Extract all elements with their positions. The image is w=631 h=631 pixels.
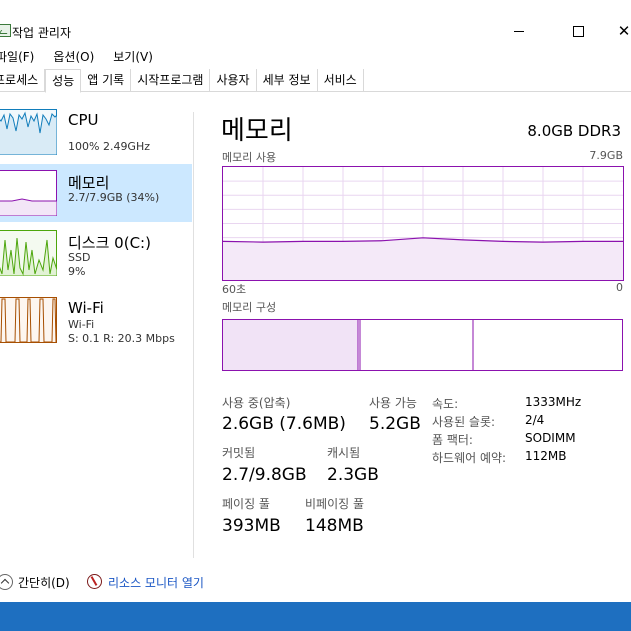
sidebar-item-usage: 9% <box>68 265 86 278</box>
sidebar-item-detail: 2.7/7.9GB (34%) <box>68 191 160 204</box>
available-label: 사용 가능 <box>369 396 417 410</box>
nonpaged-pool-value: 148MB <box>305 516 364 536</box>
sidebar-item-detail: SSD <box>68 251 91 264</box>
graph-caption: 메모리 사용 <box>222 151 277 164</box>
sidebar-item-label: Wi-Fi <box>68 299 104 317</box>
memory-composition-bar <box>222 319 623 371</box>
sidebar-item-detail: 100% 2.49GHz <box>68 140 151 153</box>
sidebar-item-label: 메모리 <box>68 174 110 192</box>
nonpaged-pool-label: 비페이징 풀 <box>305 497 365 511</box>
paged-pool-label: 페이징 풀 <box>222 497 270 511</box>
cpu-thumbnail-graph <box>0 109 57 155</box>
tab-users[interactable]: 사용자 <box>210 69 257 91</box>
committed-label: 커밋됨 <box>222 446 256 460</box>
minimize-icon <box>514 30 524 32</box>
task-manager-window: 작업 관리자 ✕ 파일(F) 옵션(O) 보기(V) 프로세스 성능 앱 기록 … <box>0 0 631 602</box>
maximize-button[interactable] <box>555 16 601 46</box>
menu-bar: 파일(F) 옵션(O) 보기(V) <box>0 47 631 67</box>
tab-app-history[interactable]: 앱 기록 <box>81 69 132 91</box>
menu-file[interactable]: 파일(F) <box>0 47 41 67</box>
title-bar[interactable]: 작업 관리자 ✕ <box>0 0 631 40</box>
resource-monitor-icon[interactable] <box>87 574 102 589</box>
sidebar-item-memory[interactable]: 메모리 2.7/7.9GB (34%) <box>0 164 192 222</box>
tab-performance[interactable]: 성능 <box>45 69 82 93</box>
slots-value: 2/4 <box>525 413 545 427</box>
open-resource-monitor-link[interactable]: 리소스 모니터 열기 <box>108 574 204 591</box>
available-value: 5.2GB <box>369 414 421 434</box>
graph-time-end: 0 <box>616 281 623 294</box>
hardware-reserved-value: 112MB <box>525 449 567 463</box>
sidebar-item-throughput: S: 0.1 R: 20.3 Mbps <box>68 332 175 345</box>
composition-caption: 메모리 구성 <box>222 301 277 314</box>
sidebar-item-label: 디스크 0(C:) <box>68 234 151 252</box>
speed-value: 1333MHz <box>525 395 582 409</box>
tab-services[interactable]: 서비스 <box>318 69 364 91</box>
sidebar-item-wifi[interactable]: Wi-Fi Wi-Fi S: 0.1 R: 20.3 Mbps <box>0 291 192 349</box>
wifi-thumbnail-graph <box>0 297 57 343</box>
performance-sidebar: CPU 100% 2.49GHz 메모리 2.7/7.9GB (34%) 디스크… <box>0 93 194 553</box>
tab-strip: 프로세스 성능 앱 기록 시작프로그램 사용자 세부 정보 서비스 <box>0 69 631 93</box>
maximize-icon <box>572 25 584 37</box>
pane-divider[interactable] <box>193 112 194 558</box>
minimize-button[interactable] <box>496 16 542 46</box>
close-button[interactable]: ✕ <box>601 16 631 46</box>
in-use-value: 2.6GB (7.6MB) <box>222 414 346 434</box>
slots-label: 사용된 슬롯: <box>432 415 496 429</box>
speed-label: 속도: <box>432 397 459 411</box>
close-icon: ✕ <box>617 21 631 40</box>
window-title: 작업 관리자 <box>12 26 72 40</box>
sidebar-item-detail: Wi-Fi <box>68 318 95 331</box>
memory-usage-graph <box>222 166 624 281</box>
memory-spec: 8.0GB DDR3 <box>527 122 621 140</box>
tab-processes[interactable]: 프로세스 <box>0 69 46 91</box>
sidebar-item-cpu[interactable]: CPU 100% 2.49GHz <box>0 103 192 161</box>
committed-value: 2.7/9.8GB <box>222 465 307 485</box>
memory-thumbnail-graph <box>0 170 57 216</box>
menu-view[interactable]: 보기(V) <box>113 47 160 67</box>
fewer-details-link[interactable]: 간단히(D) <box>18 574 70 591</box>
form-factor-value: SODIMM <box>525 431 576 445</box>
tab-startup[interactable]: 시작프로그램 <box>131 69 211 91</box>
graph-max-label: 7.9GB <box>589 149 623 162</box>
graph-time-start: 60초 <box>222 283 247 296</box>
chevron-up-icon[interactable] <box>0 574 13 590</box>
sidebar-item-label: CPU <box>68 111 99 129</box>
footer-bar: 간단히(D) 리소스 모니터 열기 <box>0 572 631 594</box>
cached-label: 캐시됨 <box>327 446 361 460</box>
disk-thumbnail-graph <box>0 230 57 276</box>
menu-options[interactable]: 옵션(O) <box>53 47 101 67</box>
tab-details[interactable]: 세부 정보 <box>257 69 318 91</box>
task-manager-icon <box>0 24 11 37</box>
cached-value: 2.3GB <box>327 465 379 485</box>
page-title: 메모리 <box>221 116 293 146</box>
sidebar-item-disk[interactable]: 디스크 0(C:) SSD 9% <box>0 224 192 282</box>
in-use-label: 사용 중(압축) <box>222 396 291 410</box>
form-factor-label: 폼 팩터: <box>432 433 473 447</box>
paged-pool-value: 393MB <box>222 516 281 536</box>
memory-usage-area <box>223 237 623 280</box>
hardware-reserved-label: 하드웨어 예약: <box>432 451 507 465</box>
